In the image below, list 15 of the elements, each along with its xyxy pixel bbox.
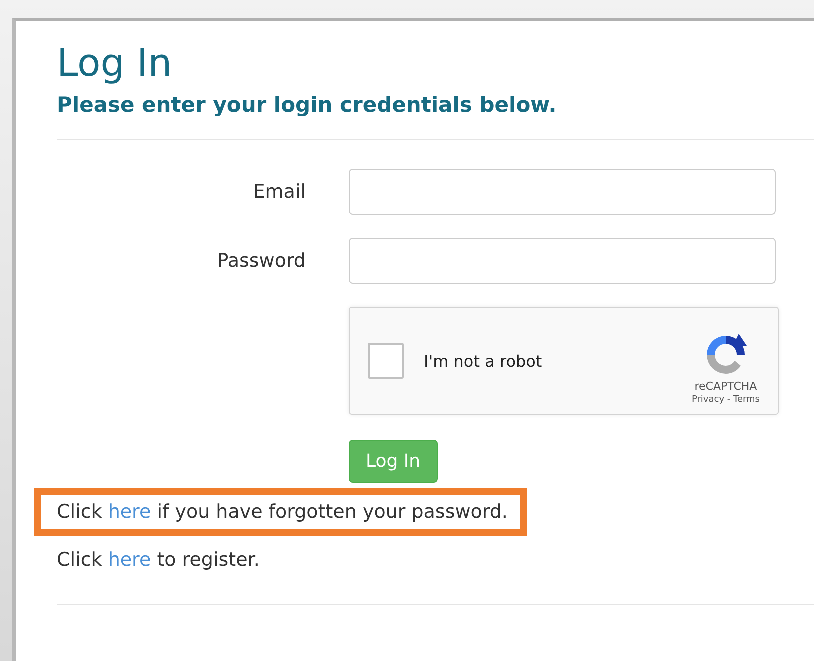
captcha-checkbox[interactable] <box>368 343 404 379</box>
help-text: Click here to register. <box>57 549 260 571</box>
page-title: Log In <box>57 41 174 85</box>
field-label: Email <box>252 181 306 203</box>
captcha-label: I'm not a robot <box>424 352 544 370</box>
page-subtitle: Please enter your login credentials below. <box>57 93 558 117</box>
help-text: Click here if you have forgotten your password. <box>57 501 508 523</box>
input-field[interactable] <box>349 238 776 284</box>
here-link[interactable]: here <box>108 501 152 523</box>
login-button[interactable]: Log In <box>349 440 438 483</box>
input-field[interactable] <box>349 169 776 215</box>
here-link[interactable]: here <box>108 549 152 571</box>
captcha-brand: reCAPTCHA <box>694 380 758 392</box>
captcha-links[interactable]: Privacy - Terms <box>692 394 760 404</box>
field-label: Password <box>216 250 306 272</box>
